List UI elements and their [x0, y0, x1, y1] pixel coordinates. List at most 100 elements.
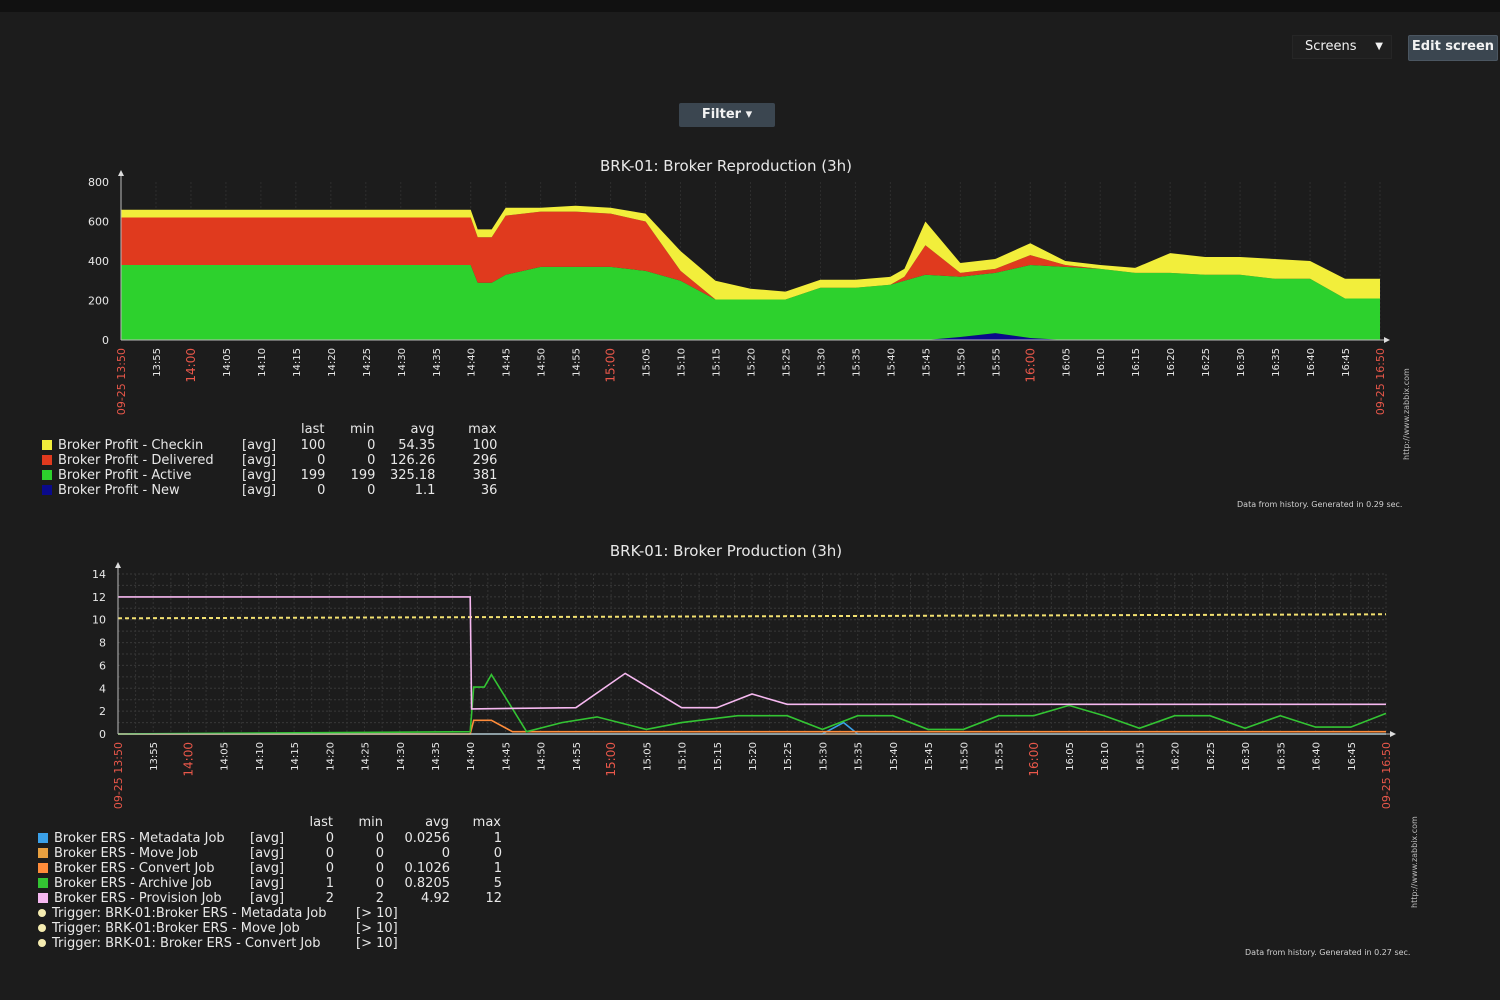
legend-swatch: [38, 863, 48, 873]
legend-last: 1: [325, 876, 334, 891]
x-tick-label: 15:25: [781, 348, 792, 377]
legend-last: 0: [325, 861, 334, 876]
legend-avg: 0.1026: [404, 861, 451, 876]
x-tick-label: 14:45: [502, 348, 513, 377]
y-tick-label: 800: [88, 176, 109, 189]
legend-series-name: Broker ERS - Metadata Job: [38, 831, 250, 846]
legend-last: 0: [317, 453, 326, 468]
y-tick-label: 12: [92, 591, 106, 604]
x-end-label: 09-25 16:50: [1380, 742, 1393, 809]
legend-min: 0: [375, 831, 384, 846]
legend-row: Broker ERS - Provision Job [avg] 2 2 4.92 12: [38, 891, 502, 906]
x-tick-label: 14:55: [572, 348, 583, 377]
legend-avg: 0.8205: [404, 876, 451, 891]
legend-last: 0: [325, 846, 334, 861]
x-tick-label: 16:10: [1096, 348, 1107, 377]
x-tick-label: 16:15: [1135, 742, 1146, 771]
x-tick-label: 14:35: [431, 742, 442, 771]
legend-series-name: Broker ERS - Move Job: [38, 846, 250, 861]
legend-swatch: [42, 455, 52, 465]
legend-trigger-name: Trigger: BRK-01: Broker ERS - Convert Jo…: [38, 936, 356, 951]
legend-series-label: Broker ERS - Metadata Job: [54, 831, 225, 846]
legend-series-label: Broker ERS - Convert Job: [54, 861, 215, 876]
x-tick-label: 15:50: [959, 742, 970, 771]
y-axis-arrow-icon: [115, 562, 121, 568]
legend-series-label: Broker Profit - Delivered: [58, 453, 214, 468]
legend-min: 199: [350, 468, 376, 483]
x-tick-label: 15:50: [956, 348, 967, 377]
legend-trigger-row: Trigger: BRK-01: Broker ERS - Convert Jo…: [38, 936, 398, 951]
x-tick-label: 13:55: [149, 742, 160, 771]
x-tick-label: 14:00: [181, 742, 195, 777]
x-start-label: 09-25 13:50: [115, 348, 128, 415]
legend-fn: [avg]: [250, 846, 285, 861]
legend-swatch: [42, 440, 52, 450]
legend-avg: 4.92: [421, 891, 450, 906]
x-tick-label: 16:35: [1276, 742, 1287, 771]
legend-last: 199: [300, 468, 326, 483]
graph1-legend-header-last: last: [301, 422, 325, 437]
x-tick-label: 14:00: [184, 348, 198, 383]
x-tick-label: 14:30: [397, 348, 408, 377]
x-tick-label: 15:30: [818, 742, 829, 771]
legend-fn: [avg]: [250, 876, 285, 891]
x-tick-label: 15:05: [642, 348, 653, 377]
legend-series-name: Broker ERS - Convert Job: [38, 861, 250, 876]
x-tick-label: 16:25: [1206, 742, 1217, 771]
x-axis-arrow-icon: [1384, 337, 1390, 343]
legend-fn: [avg]: [242, 453, 277, 468]
legend-min: 0: [367, 438, 376, 453]
legend-avg: 54.35: [398, 438, 436, 453]
x-tick-label: 15:20: [748, 742, 759, 771]
x-tick-label: 14:05: [222, 348, 233, 377]
legend-row: Broker ERS - Convert Job [avg] 0 0 0.1026 1: [38, 861, 502, 876]
legend-max: 1: [493, 861, 502, 876]
x-tick-label: 15:35: [854, 742, 865, 771]
graph1-url: http://www.zabbix.com: [1402, 368, 1411, 460]
x-tick-label: 16:05: [1061, 348, 1072, 377]
x-tick-label: 15:45: [924, 742, 935, 771]
legend-avg: 325.18: [389, 468, 436, 483]
y-tick-label: 10: [92, 614, 106, 627]
legend-last: 0: [325, 831, 334, 846]
legend-trigger-label: Trigger: BRK-01:Broker ERS - Metadata Jo…: [52, 906, 327, 921]
x-tick-label: 14:40: [466, 742, 477, 771]
legend-series-name: Broker Profit - Checkin: [42, 438, 242, 453]
filter-button[interactable]: Filter ▾: [679, 103, 775, 127]
graph1-legend-header-avg: avg: [410, 422, 435, 437]
legend-swatch: [42, 485, 52, 495]
x-tick-label: 16:00: [1027, 742, 1041, 777]
screens-select-label: Screens: [1305, 39, 1357, 54]
graph2-legend-header-min: min: [358, 815, 383, 830]
x-tick-label: 14:10: [257, 348, 268, 377]
legend-series-label: Broker Profit - New: [58, 483, 180, 498]
legend-fn: [avg]: [250, 861, 285, 876]
x-tick-label: 14:30: [396, 742, 407, 771]
graph2-legend-header-last: last: [309, 815, 333, 830]
graph2-url: http://www.zabbix.com: [1410, 816, 1419, 908]
y-tick-label: 0: [102, 334, 109, 347]
screens-select[interactable]: Screens ▼: [1292, 35, 1392, 59]
y-tick-label: 400: [88, 255, 109, 268]
x-tick-label: 14:50: [537, 742, 548, 771]
x-tick-label: 15:10: [677, 348, 688, 377]
x-tick-label: 16:45: [1347, 742, 1358, 771]
x-tick-label: 15:10: [678, 742, 689, 771]
legend-series-label: Broker Profit - Checkin: [58, 438, 204, 453]
legend-series-name: Broker ERS - Archive Job: [38, 876, 250, 891]
y-tick-label: 0: [99, 728, 106, 741]
x-tick-label: 16:00: [1023, 348, 1037, 383]
x-tick-label: 14:55: [572, 742, 583, 771]
x-tick-label: 15:55: [991, 348, 1002, 377]
y-axis-arrow-icon: [118, 170, 124, 176]
legend-last: 100: [300, 438, 326, 453]
legend-trigger-name: Trigger: BRK-01:Broker ERS - Move Job: [38, 921, 356, 936]
x-axis-arrow-icon: [1390, 731, 1396, 737]
x-tick-label: 14:05: [220, 742, 231, 771]
edit-screen-button[interactable]: Edit screen: [1408, 35, 1498, 61]
legend-row: Broker ERS - Archive Job [avg] 1 0 0.8205 5: [38, 876, 502, 891]
legend-swatch: [38, 848, 48, 858]
x-tick-label: 15:40: [889, 742, 900, 771]
x-tick-label: 14:20: [327, 348, 338, 377]
top-bar: [0, 0, 1500, 12]
